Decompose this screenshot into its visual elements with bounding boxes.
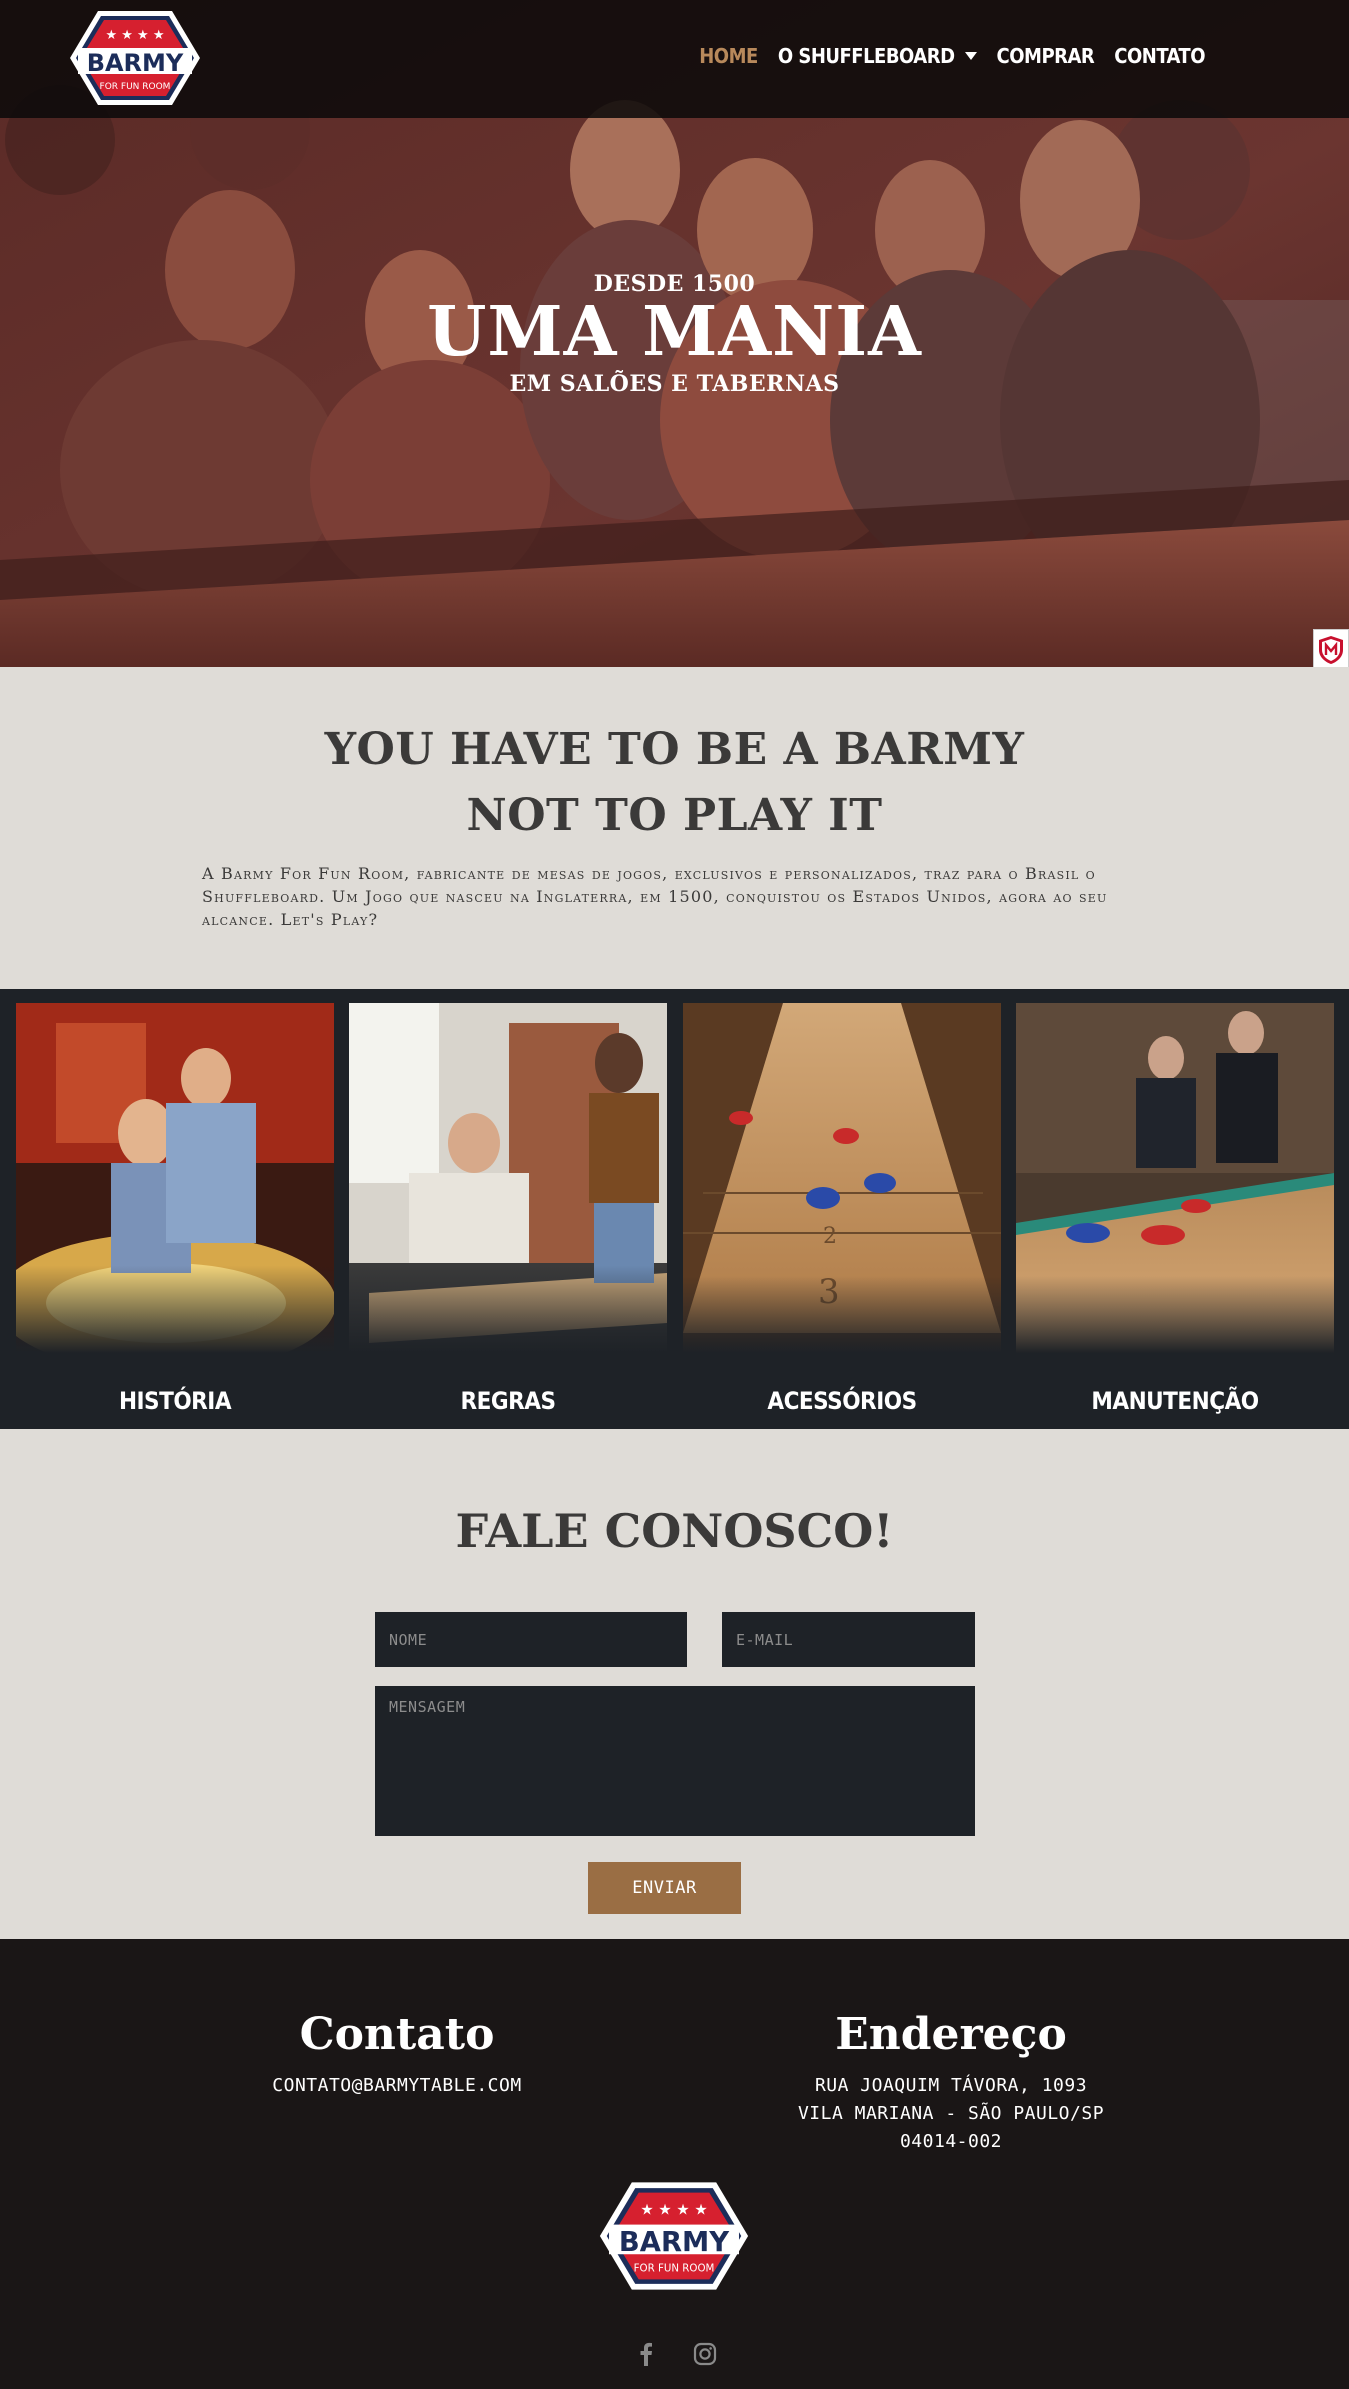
footer-address-line3: 04014-002 bbox=[899, 2131, 1003, 2152]
card-manutencao[interactable]: MANUTENÇÃO bbox=[1016, 1003, 1334, 1423]
historia-photo bbox=[16, 1003, 334, 1353]
nav-shuffleboard-label: O SHUFFLEBOARD bbox=[777, 44, 955, 68]
nav-contato-label: CONTATO bbox=[1114, 44, 1205, 68]
nav-contato[interactable]: CONTATO bbox=[1114, 44, 1205, 68]
chevron-down-icon bbox=[964, 52, 977, 60]
intro-title: YOU HAVE TO BE A BARMY NOT TO PLAY IT bbox=[0, 717, 1349, 849]
svg-text:★ ★ ★ ★: ★ ★ ★ ★ bbox=[105, 28, 164, 43]
acessorios-photo: 2 3 bbox=[683, 1003, 1001, 1353]
email-field[interactable] bbox=[722, 1612, 975, 1667]
hero-subtitle: EM SALÕES E TABERNAS bbox=[509, 371, 840, 397]
footer-email-link[interactable]: CONTATO@BARMYTABLE.COM bbox=[187, 2072, 607, 2100]
facebook-icon bbox=[640, 2342, 652, 2366]
main-menu: HOME O SHUFFLEBOARD COMPRAR CONTATO bbox=[699, 44, 1205, 68]
security-badge[interactable] bbox=[1313, 629, 1349, 667]
card-acessorios-label: ACESSÓRIOS bbox=[767, 1387, 917, 1415]
intro-text: A Barmy For Fun Room, fabricante de mesa… bbox=[202, 864, 1108, 929]
card-regras-label: REGRAS bbox=[460, 1387, 557, 1415]
svg-text:FOR FUN ROOM: FOR FUN ROOM bbox=[100, 82, 171, 92]
intro-title-line2: NOT TO PLAY IT bbox=[466, 790, 883, 841]
name-field[interactable] bbox=[375, 1612, 687, 1667]
footer-contact-heading: Contato bbox=[299, 2009, 495, 2060]
manutencao-photo bbox=[1016, 1003, 1334, 1353]
footer-address-line1: RUA JOAQUIM TÁVORA, 1093 bbox=[814, 2075, 1088, 2096]
card-historia-label: HISTÓRIA bbox=[118, 1387, 232, 1415]
shield-icon bbox=[1319, 636, 1343, 664]
instagram-link[interactable] bbox=[690, 2339, 720, 2369]
message-field[interactable] bbox=[375, 1686, 975, 1836]
svg-text:BARMY: BARMY bbox=[619, 2227, 730, 2258]
feature-cards: HISTÓRIA REGRAS ACESSÓRIOS MANUTENÇÃO bbox=[0, 989, 1349, 1429]
contact-title: FALE CONOSCO! bbox=[455, 1504, 894, 1558]
hero-title: UMA MANIA bbox=[427, 292, 922, 372]
instagram-icon bbox=[693, 2342, 717, 2366]
card-manutencao-label: MANUTENÇÃO bbox=[1091, 1387, 1259, 1415]
facebook-link[interactable] bbox=[631, 2339, 661, 2369]
card-historia[interactable]: HISTÓRIA bbox=[16, 1003, 334, 1423]
intro-section: YOU HAVE TO BE A BARMY NOT TO PLAY IT A … bbox=[0, 667, 1349, 989]
svg-text:BARMY: BARMY bbox=[87, 49, 184, 77]
send-button[interactable]: ENVIAR bbox=[588, 1862, 741, 1914]
nav-home[interactable]: HOME bbox=[699, 44, 758, 68]
svg-text:FOR FUN ROOM: FOR FUN ROOM bbox=[634, 2262, 715, 2274]
footer-address-heading: Endereço bbox=[835, 2009, 1067, 2060]
footer-contact: Contato CONTATO@BARMYTABLE.COM bbox=[187, 2009, 607, 2100]
barmy-logo[interactable]: ★ ★ ★ ★ BARMY FOR FUN ROOM bbox=[68, 8, 202, 108]
card-acessorios[interactable]: 2 3 ACESSÓRIOS bbox=[683, 1003, 1001, 1423]
regras-photo bbox=[349, 1003, 667, 1353]
footer-address: Endereço RUA JOAQUIM TÁVORA, 1093 VILA M… bbox=[741, 2009, 1161, 2156]
nav-comprar-label: COMPRAR bbox=[996, 44, 1095, 68]
contact-section: FALE CONOSCO! ENVIAR bbox=[0, 1429, 1349, 1939]
footer-address-line2: VILA MARIANA - SÃO PAULO/SP bbox=[797, 2103, 1105, 2124]
top-navigation: ★ ★ ★ ★ BARMY FOR FUN ROOM HOME O SHUFFL… bbox=[0, 0, 1349, 118]
nav-home-label: HOME bbox=[699, 44, 758, 68]
card-regras[interactable]: REGRAS bbox=[349, 1003, 667, 1423]
site-footer: Contato CONTATO@BARMYTABLE.COM Endereço … bbox=[0, 1939, 1349, 2389]
nav-shuffleboard[interactable]: O SHUFFLEBOARD bbox=[778, 44, 977, 68]
footer-barmy-logo[interactable]: ★ ★ ★ ★ BARMY FOR FUN ROOM bbox=[597, 2179, 751, 2293]
svg-text:★ ★ ★ ★: ★ ★ ★ ★ bbox=[640, 2201, 707, 2218]
nav-comprar[interactable]: COMPRAR bbox=[997, 44, 1095, 68]
intro-title-line1: YOU HAVE TO BE A BARMY bbox=[324, 724, 1025, 775]
